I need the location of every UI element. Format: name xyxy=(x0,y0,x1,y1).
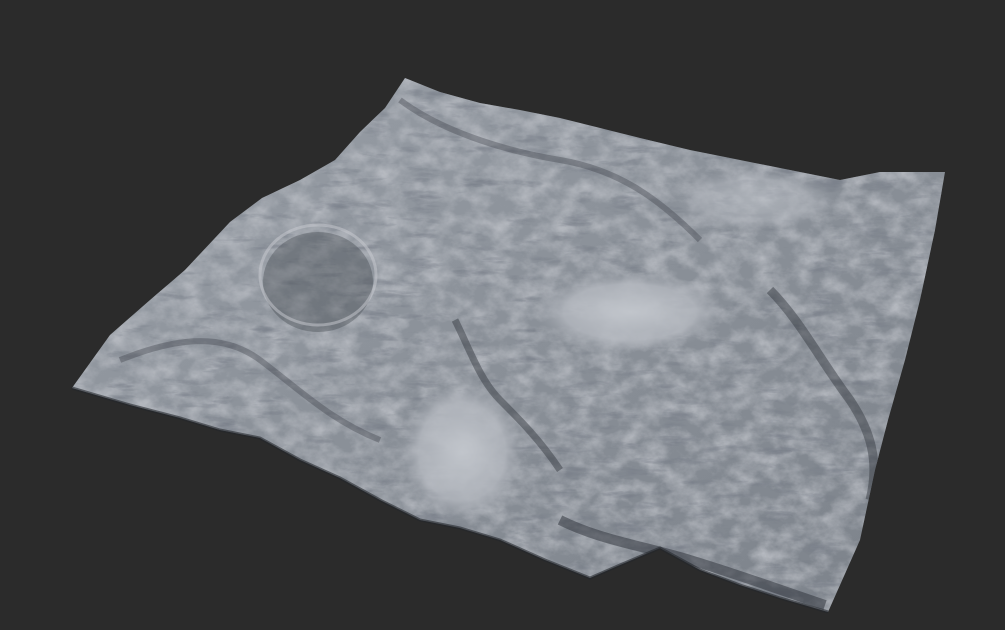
terrain-ridges xyxy=(72,78,945,612)
terrain-mesh xyxy=(71,78,945,614)
plateau-center xyxy=(535,272,725,352)
terrain-render xyxy=(71,78,945,614)
viewport xyxy=(0,0,1005,630)
crater-left-shadow xyxy=(263,232,373,332)
plateau-right xyxy=(675,170,835,230)
